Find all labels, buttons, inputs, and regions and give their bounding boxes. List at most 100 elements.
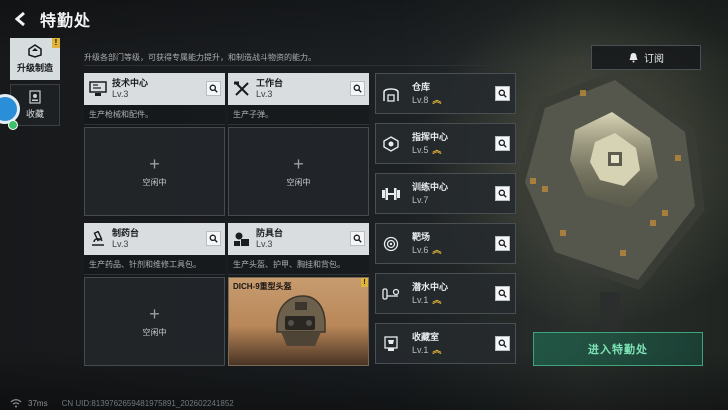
facility-level: Lv.8 — [412, 95, 429, 105]
detail-search-button[interactable] — [206, 231, 221, 246]
tools-icon — [234, 81, 249, 96]
page-title: 特勤处 — [40, 13, 92, 30]
slot-status: 空闲中 — [286, 178, 311, 187]
card-header[interactable]: 制药台 Lv.3 — [84, 223, 225, 255]
detail-search-button[interactable] — [495, 336, 510, 351]
upgrade-arrow-icon: ︽ — [432, 245, 442, 255]
facility-name: 训练中心 — [412, 182, 449, 192]
dumbbell-icon — [382, 187, 400, 200]
production-slot[interactable]: + 空闲中 — [84, 277, 225, 366]
upgrade-arrow-icon: ︽ — [432, 95, 442, 105]
detail-search-button[interactable] — [495, 136, 510, 151]
detail-search-button[interactable] — [495, 286, 510, 301]
diving-icon — [382, 287, 400, 300]
target-icon — [383, 236, 399, 251]
collection-icon — [29, 90, 41, 104]
detail-search-button[interactable] — [495, 236, 510, 251]
top-bar: 特勤处 — [0, 0, 728, 38]
facility-training-center[interactable]: 训练中心 Lv.7 — [375, 173, 516, 214]
search-icon — [498, 239, 507, 248]
back-arrow-icon — [14, 11, 25, 27]
workshop-name: 防具台 — [256, 228, 284, 238]
subscribe-label: 订阅 — [644, 54, 664, 65]
facility-level: Lv.5 — [412, 145, 429, 155]
bell-icon — [629, 53, 638, 63]
workshop-description: 生产子弹。 — [228, 105, 369, 125]
slot-status: 空闲中 — [142, 178, 167, 187]
workshop-level: Lv.3 — [112, 89, 129, 99]
facility-level: Lv.1 — [412, 345, 429, 355]
facility-command-center[interactable]: 指挥中心 Lv.5 ︽ — [375, 123, 516, 164]
section-description: 升级各部门等级，可获得专属能力提升，和制造战斗物资的能力。 — [84, 53, 316, 62]
subscribe-button[interactable]: 订阅 — [591, 45, 701, 70]
search-icon — [498, 139, 507, 148]
search-icon — [209, 234, 218, 243]
uid-text: CN UID:8139762659481975891_202602241852 — [61, 399, 234, 408]
search-icon — [498, 189, 507, 198]
workshop-card-armor-bench: 防具台 Lv.3 生产头盔、护甲、胸挂和背包。 DICH-9重型头盔 ! — [228, 223, 369, 366]
add-icon: + — [149, 304, 160, 324]
workshop-description: 生产枪械和配件。 — [84, 105, 225, 125]
upgrade-icon — [28, 44, 42, 58]
divider — [84, 65, 514, 66]
search-icon — [498, 339, 507, 348]
facility-name: 仓库 — [412, 82, 431, 92]
wifi-icon — [10, 399, 22, 408]
detail-search-button[interactable] — [495, 186, 510, 201]
microscope-icon — [92, 231, 104, 246]
tab-label: 收藏 — [25, 109, 44, 119]
facility-level: Lv.7 — [412, 195, 429, 205]
helmet-icon — [276, 295, 326, 346]
facility-name: 指挥中心 — [412, 132, 449, 142]
workshop-level: Lv.3 — [256, 89, 273, 99]
facility-name: 收藏室 — [412, 332, 440, 342]
facility-level: Lv.1 — [412, 295, 429, 305]
card-header[interactable]: 技术中心 Lv.3 — [84, 73, 225, 105]
alert-badge: ! — [361, 278, 368, 287]
enter-special-ops-button[interactable]: 进入特勤处 — [533, 332, 703, 366]
add-icon: + — [149, 154, 160, 174]
detail-search-button[interactable] — [495, 86, 510, 101]
crafting-item-slot[interactable]: DICH-9重型头盔 ! — [228, 277, 369, 366]
status-footer: 37ms CN UID:8139762659481975891_20260224… — [10, 399, 234, 408]
facility-shooting-range[interactable]: 靶场 Lv.6 ︽ — [375, 223, 516, 264]
item-name: DICH-9重型头盔 — [233, 282, 292, 291]
back-button[interactable] — [6, 4, 36, 34]
search-icon — [353, 84, 362, 93]
workshop-card-tech-center: 技术中心 Lv.3 生产枪械和配件。 + 空闲中 — [84, 73, 225, 218]
workshop-level: Lv.3 — [256, 239, 273, 249]
production-slot[interactable]: + 空闲中 — [228, 127, 369, 216]
detail-search-button[interactable] — [206, 81, 221, 96]
online-status-dot — [8, 120, 18, 130]
add-icon: + — [293, 154, 304, 174]
workshop-card-workbench: 工作台 Lv.3 生产子弹。 + 空闲中 — [228, 73, 369, 218]
upgrade-arrow-icon: ︽ — [432, 295, 442, 305]
workshop-level: Lv.3 — [112, 239, 129, 249]
search-icon — [498, 89, 507, 98]
ping-value: 37ms — [28, 399, 48, 408]
upgrade-arrow-icon: ︽ — [432, 145, 442, 155]
detail-search-button[interactable] — [350, 81, 365, 96]
workshop-name: 技术中心 — [112, 78, 149, 88]
facility-collection-room[interactable]: 收藏室 Lv.1 ︽ — [375, 323, 516, 364]
workshop-description: 生产药品、针剂和维修工具包。 — [84, 255, 225, 275]
workshop-name: 工作台 — [256, 78, 284, 88]
search-icon — [353, 234, 362, 243]
trophy-icon — [384, 335, 398, 351]
workshop-card-pharmacy: 制药台 Lv.3 生产药品、针剂和维修工具包。 + 空闲中 — [84, 223, 225, 366]
tab-label: 升级制造 — [16, 63, 53, 73]
workshop-name: 制药台 — [112, 228, 140, 238]
search-icon — [209, 84, 218, 93]
tab-upgrade-craft[interactable]: 升级制造 ! — [10, 38, 60, 80]
facility-diving-center[interactable]: 潜水中心 Lv.1 ︽ — [375, 273, 516, 314]
facility-warehouse[interactable]: 仓库 Lv.8 ︽ — [375, 73, 516, 114]
card-header[interactable]: 防具台 Lv.3 — [228, 223, 369, 255]
facility-level: Lv.6 — [412, 245, 429, 255]
card-header[interactable]: 工作台 Lv.3 — [228, 73, 369, 105]
armor-icon — [234, 232, 249, 246]
monitor-icon — [89, 81, 107, 96]
production-slot[interactable]: + 空闲中 — [84, 127, 225, 216]
warehouse-icon — [383, 87, 399, 102]
detail-search-button[interactable] — [350, 231, 365, 246]
facility-name: 潜水中心 — [412, 282, 449, 292]
